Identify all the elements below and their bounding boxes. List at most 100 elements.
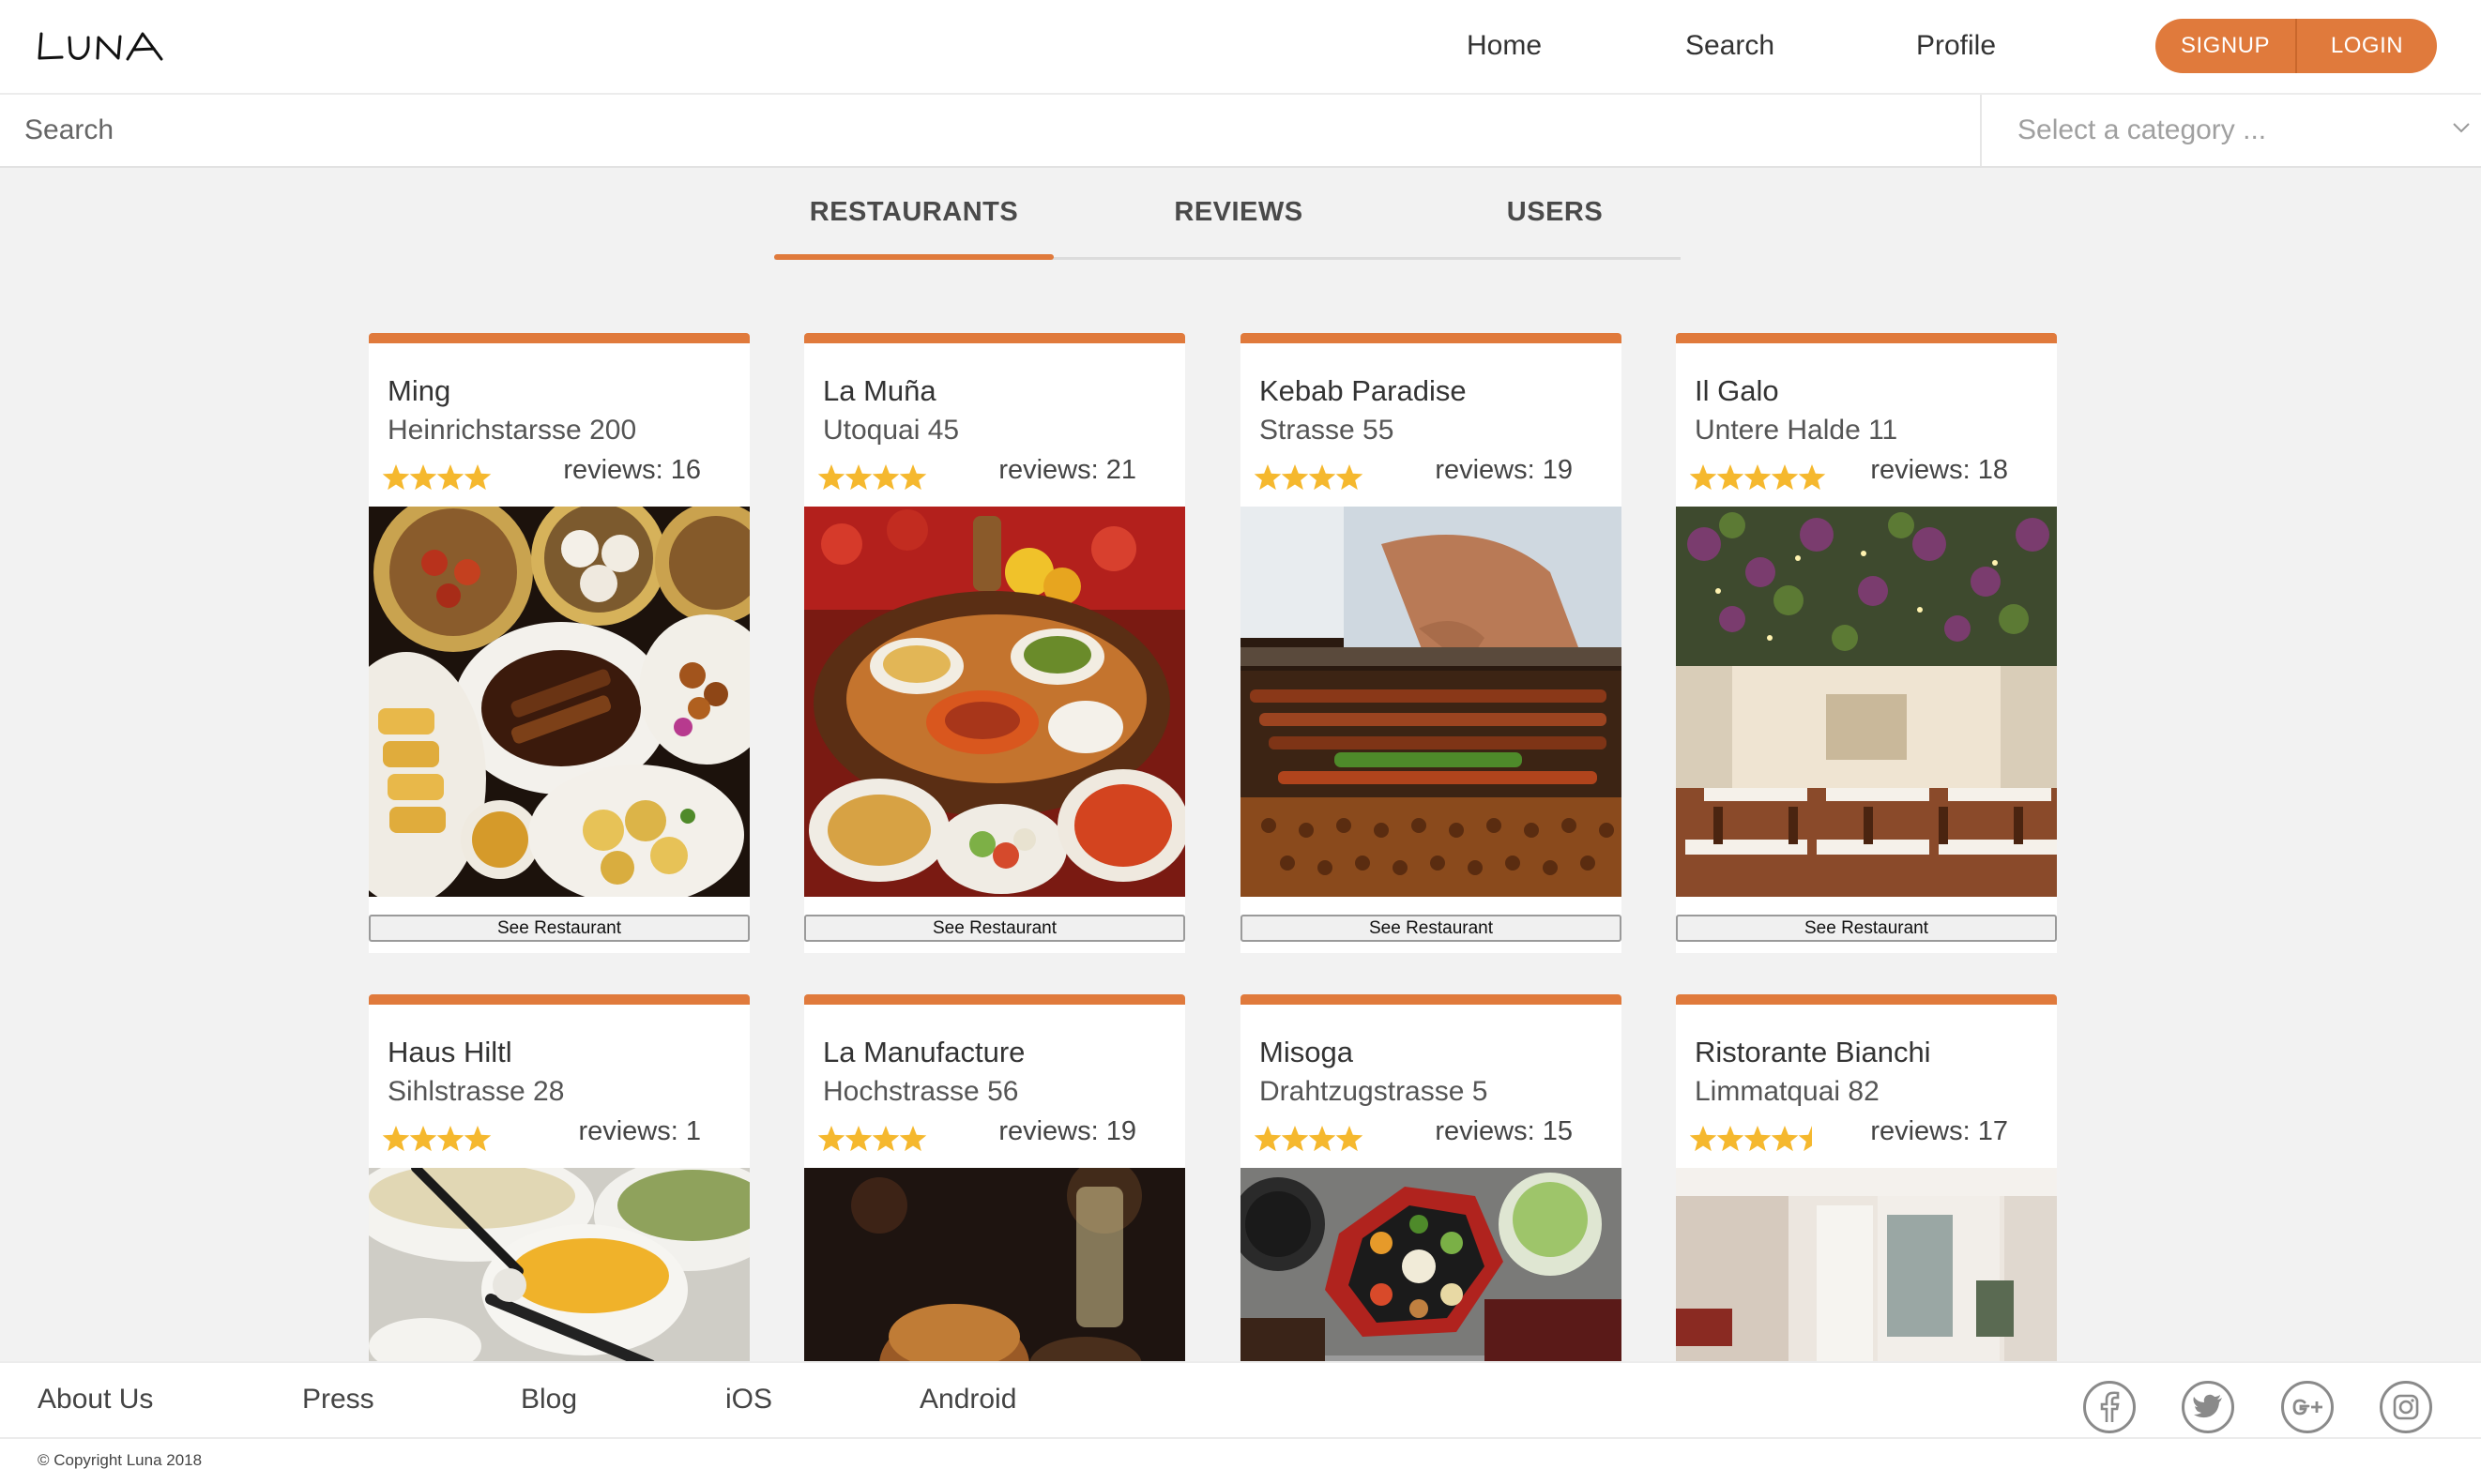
star-icon [1335,464,1363,491]
restaurant-name[interactable]: Haus Hiltl [388,1036,512,1069]
signup-button[interactable]: SIGNUP [2155,19,2295,73]
restaurant-card[interactable]: La Manufacture Hochstrasse 56 reviews: 1… [804,994,1185,1371]
see-restaurant-button[interactable]: See Restaurant [369,915,750,942]
restaurant-card[interactable]: La Muña Utoquai 45 reviews: 21 [804,333,1185,953]
restaurant-address: Limmatquai 82 [1695,1076,1880,1107]
star-icon [872,464,900,491]
review-count: reviews: 1 [578,1116,701,1146]
star-icon [872,1126,900,1152]
restaurant-address: Strasse 55 [1259,415,1394,446]
interior-icon[interactable] [1676,1168,2057,1371]
content-tabs: RESTAURANTS REVIEWS USERS [774,188,1681,260]
star-rating [1254,464,1363,491]
star-rating [382,1126,492,1152]
restaurant-name[interactable]: Il Galo [1695,374,1779,408]
restaurant-card[interactable]: Kebab Paradise Strasse 55 reviews: 19 [1240,333,1621,953]
google-plus-icon[interactable] [2281,1381,2334,1433]
review-count: reviews: 21 [998,455,1136,485]
footer-link-press[interactable]: Press [302,1384,374,1416]
star-icon [436,464,464,491]
copyright-text: © Copyright Luna 2018 [38,1451,203,1469]
instagram-icon[interactable] [2380,1381,2432,1433]
nav-search[interactable]: Search [1685,27,1774,65]
star-icon [464,1126,492,1152]
star-icon [1689,464,1717,491]
restaurant-address: Sihlstrasse 28 [388,1076,565,1107]
star-rating [1689,1126,1812,1152]
restaurant-name[interactable]: La Muña [823,374,936,408]
star-icon [1335,1126,1363,1152]
star-icon [1308,1126,1336,1152]
restaurant-address: Hochstrasse 56 [823,1076,1019,1107]
star-icon [1254,1126,1282,1152]
category-placeholder: Select a category ... [2017,114,2267,145]
dim-sum-icon[interactable] [369,507,750,897]
search-input[interactable] [0,95,1982,166]
restaurant-address: Heinrichstarsse 200 [388,415,637,446]
star-rating [817,1126,927,1152]
see-restaurant-button[interactable]: See Restaurant [804,915,1185,942]
star-icon [1771,464,1799,491]
restaurant-name[interactable]: Kebab Paradise [1259,374,1467,408]
active-tab-indicator [774,254,1054,260]
footer-link-about-us[interactable]: About Us [38,1384,153,1416]
buffet-icon[interactable] [369,1168,750,1371]
restaurant-name[interactable]: Ming [388,374,450,408]
star-icon [436,1126,464,1152]
star-icon [899,464,927,491]
login-button[interactable]: LOGIN [2295,19,2437,73]
footer: About Us Press Blog iOS Android © Copyri… [0,1361,2481,1484]
korean-food-icon[interactable] [1240,1168,1621,1371]
star-icon [817,1126,845,1152]
star-icon [1743,1126,1772,1152]
footer-link-blog[interactable]: Blog [521,1384,577,1416]
twitter-icon[interactable] [2182,1381,2234,1433]
star-icon [1771,1126,1799,1152]
restaurant-card[interactable]: Ristorante Bianchi Limmatquai 82 reviews… [1676,994,2057,1371]
facebook-icon[interactable] [2083,1381,2136,1433]
tab-users[interactable]: USERS [1422,197,1688,228]
search-bar: Select a category ... [0,95,2481,168]
star-rating [1689,464,1826,491]
footer-link-ios[interactable]: iOS [725,1384,772,1416]
nav-profile[interactable]: Profile [1916,27,1996,65]
burger-icon[interactable] [804,1168,1185,1371]
restaurant-card[interactable]: Ming Heinrichstarsse 200 reviews: 16 [369,333,750,953]
restaurant-name[interactable]: Misoga [1259,1036,1353,1069]
star-icon [1743,464,1772,491]
restaurant-card[interactable]: Haus Hiltl Sihlstrasse 28 reviews: 1 [369,994,750,1371]
grill-icon[interactable] [1240,507,1621,897]
star-icon [409,464,437,491]
tab-restaurants[interactable]: RESTAURANTS [774,197,1054,228]
restaurant-name[interactable]: Ristorante Bianchi [1695,1036,1931,1069]
review-count: reviews: 16 [563,455,701,485]
see-restaurant-button[interactable]: See Restaurant [1676,915,2057,942]
restaurant-address: Utoquai 45 [823,415,960,446]
restaurant-card[interactable]: Il Galo Untere Halde 11 reviews: 18 [1676,333,2057,953]
star-icon [845,1126,873,1152]
dining-room-icon[interactable] [1676,507,2057,897]
star-rating [817,464,927,491]
top-navbar: Home Search Profile SIGNUP LOGIN [0,0,2481,95]
restaurant-address: Drahtzugstrasse 5 [1259,1076,1488,1107]
star-icon [1308,464,1336,491]
restaurant-name[interactable]: La Manufacture [823,1036,1025,1069]
luna-logo[interactable] [36,26,167,68]
star-rating [382,464,492,491]
auth-button-group: SIGNUP LOGIN [2155,19,2437,73]
star-icon [817,464,845,491]
see-restaurant-button[interactable]: See Restaurant [1240,915,1621,942]
star-rating [1254,1126,1363,1152]
star-icon [1281,464,1309,491]
review-count: reviews: 18 [1870,455,2008,485]
latin-food-icon[interactable] [804,507,1185,897]
footer-link-android[interactable]: Android [920,1384,1016,1416]
nav-home[interactable]: Home [1467,27,1542,65]
chevron-down-icon [2453,123,2470,133]
review-count: reviews: 19 [998,1116,1136,1146]
tab-reviews[interactable]: REVIEWS [1098,197,1379,228]
star-icon [845,464,873,491]
restaurant-card[interactable]: Misoga Drahtzugstrasse 5 reviews: 15 [1240,994,1621,1371]
category-select[interactable]: Select a category ... [1982,95,2481,166]
restaurant-address: Untere Halde 11 [1695,415,1898,446]
